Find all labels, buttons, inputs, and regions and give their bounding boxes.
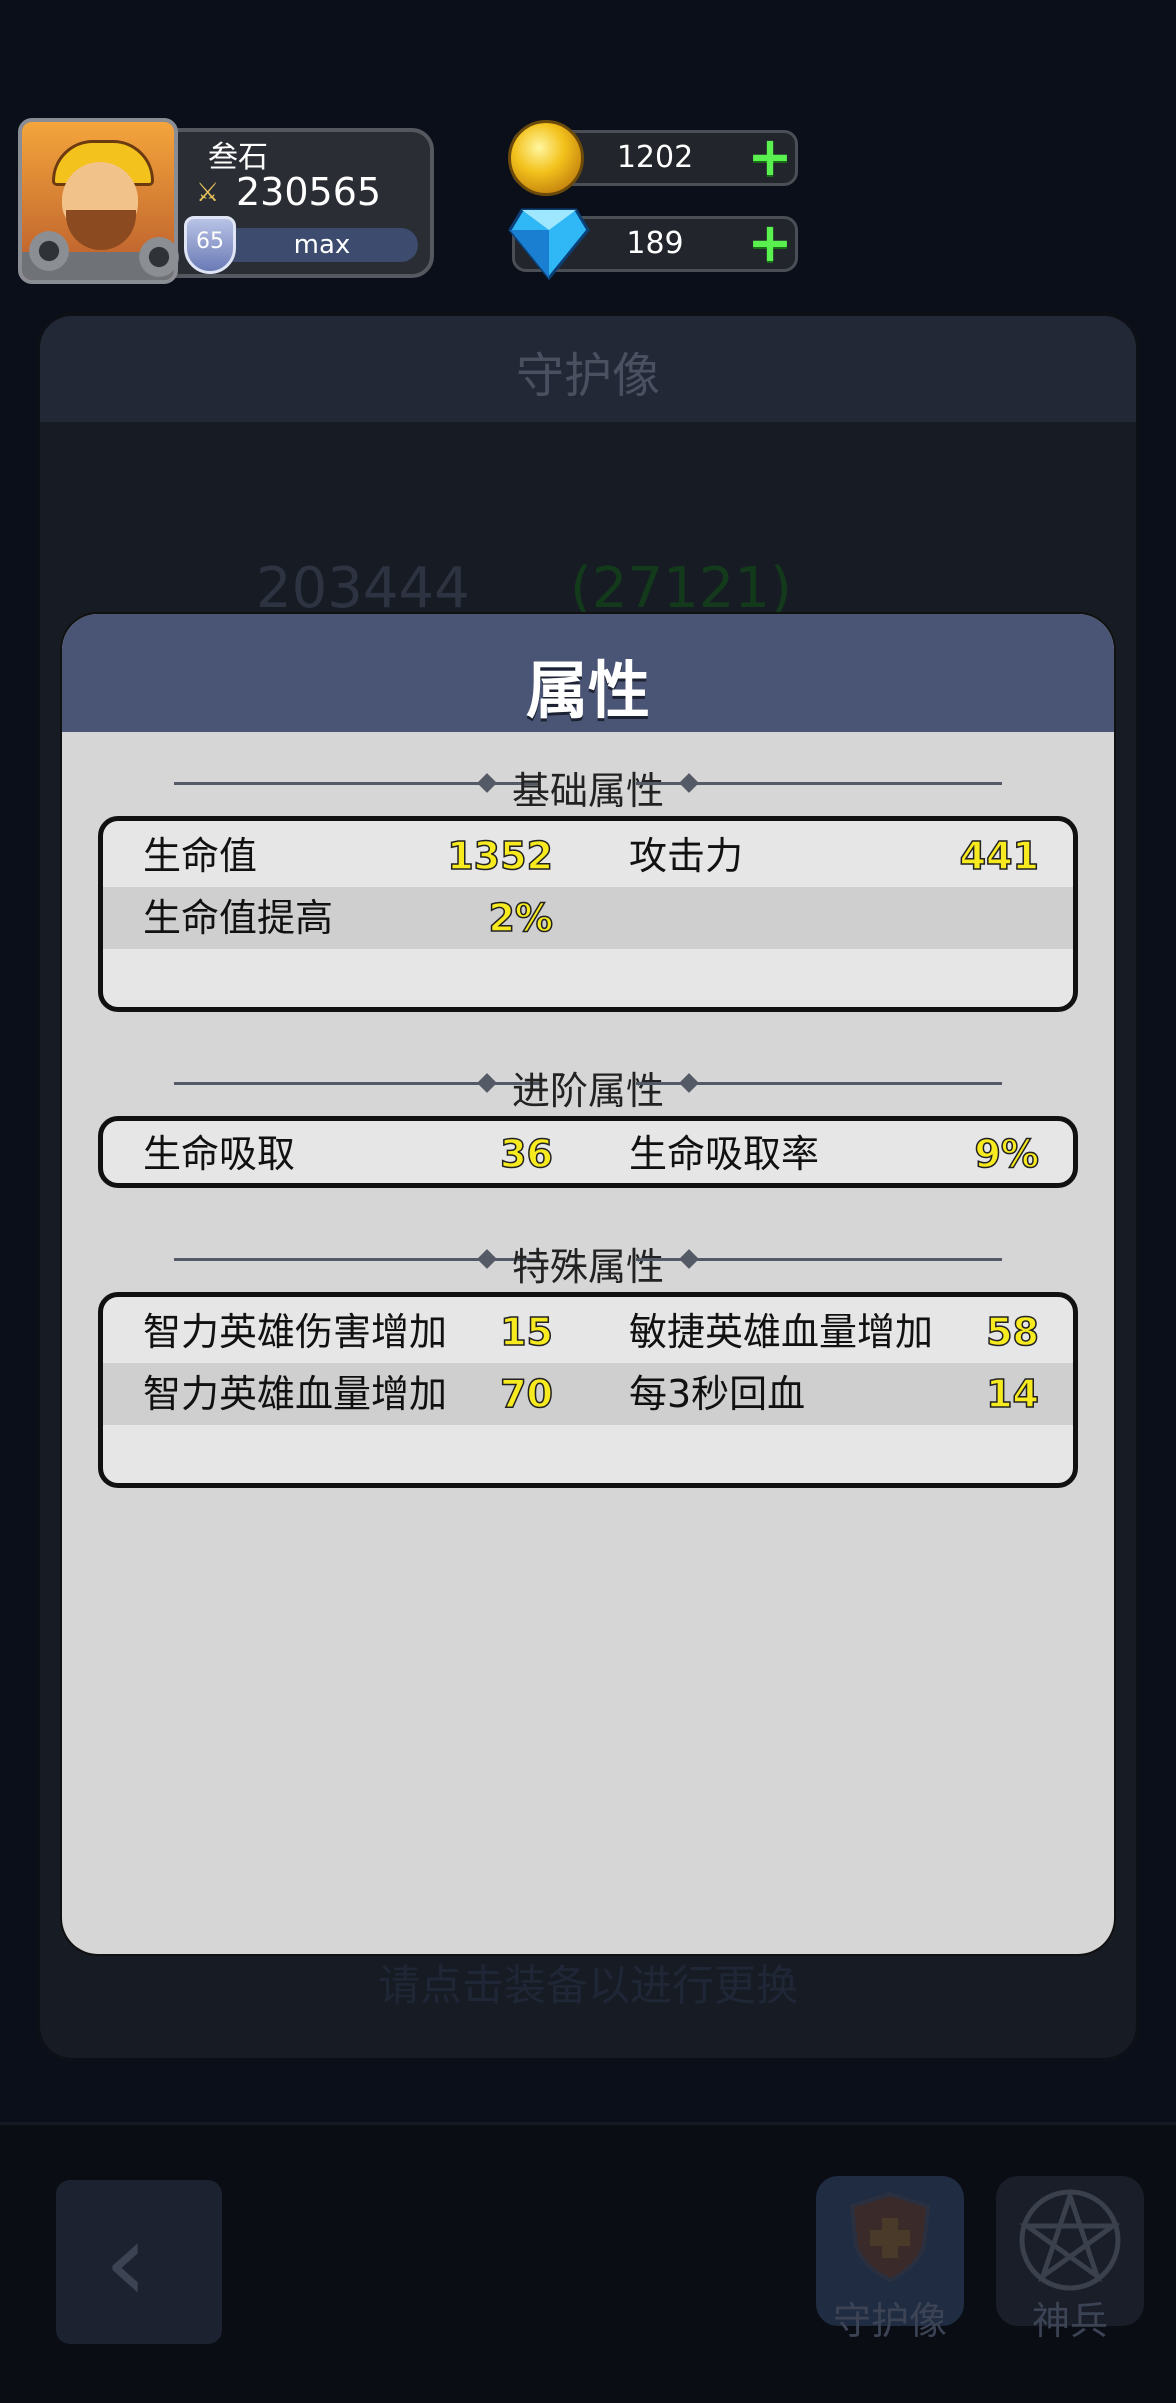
gold-value: 1202 <box>616 140 694 175</box>
settings-gear-icon <box>136 234 182 280</box>
power-swords-icon: ⚔ <box>196 178 220 208</box>
stat-value: 441 <box>959 833 1040 879</box>
pentagram-icon <box>1019 2188 1121 2291</box>
add-gem-button[interactable]: + <box>746 216 794 270</box>
background-power: 203444 <box>256 556 470 621</box>
stat-value: 14 <box>985 1371 1039 1417</box>
background-title: 守护像 <box>515 348 660 404</box>
stat-label: 生命吸取 <box>143 1132 296 1176</box>
diamond-gem-icon <box>508 208 590 280</box>
stat-value: 15 <box>499 1309 553 1355</box>
level-shield-icon: 65 <box>184 216 236 274</box>
attributes-modal: 属性 基础属性 生命值 1352 攻击力 441 生命值提高 2% 进阶属性 生… <box>62 614 1114 1954</box>
section-title-basic: 基础属性 <box>511 769 664 813</box>
stat-row: 生命值提高 2% <box>103 887 1073 949</box>
stat-row: 生命值 1352 攻击力 441 <box>103 825 1073 887</box>
stat-value: 58 <box>985 1309 1039 1355</box>
stat-label: 敏捷英雄血量增加 <box>629 1310 934 1354</box>
advanced-stats-box: 生命吸取 36 生命吸取率 9% <box>98 1116 1078 1188</box>
stat-label: 生命吸取率 <box>629 1132 820 1176</box>
exp-bar: max <box>226 228 418 262</box>
stat-label: 智力英雄血量增加 <box>143 1372 448 1416</box>
settings-gear-icon[interactable] <box>26 228 72 274</box>
stat-row: 智力英雄伤害增加 15 敏捷英雄血量增加 58 <box>103 1301 1073 1363</box>
gem-value: 189 <box>626 226 684 261</box>
stat-label: 攻击力 <box>629 834 744 878</box>
section-divider <box>636 1258 1002 1261</box>
stat-value: 2% <box>488 895 554 941</box>
stat-value: 70 <box>499 1371 553 1417</box>
stat-value: 36 <box>499 1131 553 1177</box>
stat-label: 每3秒回血 <box>629 1372 806 1416</box>
tab-divine-label: 神兵 <box>1031 2299 1108 2343</box>
stat-row: 生命吸取 36 生命吸取率 9% <box>103 1123 1073 1183</box>
tab-guardian-label: 守护像 <box>832 2299 947 2343</box>
background-power-bonus: (27121) <box>570 556 792 621</box>
guardian-shield-icon <box>849 2191 931 2283</box>
section-divider <box>636 782 1002 785</box>
stat-row: 智力英雄血量增加 70 每3秒回血 14 <box>103 1363 1073 1425</box>
stat-value: 9% <box>974 1131 1040 1177</box>
special-stats-box: 智力英雄伤害增加 15 敏捷英雄血量增加 58 智力英雄血量增加 70 每3秒回… <box>98 1292 1078 1488</box>
stat-label: 智力英雄伤害增加 <box>143 1310 448 1354</box>
modal-title: 属性 <box>525 654 650 727</box>
back-arrow-icon: ‹ <box>104 2198 148 2326</box>
gold-coin-icon <box>508 120 584 196</box>
section-title-advanced: 进阶属性 <box>511 1069 664 1113</box>
section-title-special: 特殊属性 <box>511 1245 664 1289</box>
stat-label: 生命值 <box>143 834 258 878</box>
background-hint: 请点击装备以进行更换 <box>377 1961 798 2010</box>
stat-value: 1352 <box>446 833 553 879</box>
stat-label: 生命值提高 <box>143 896 334 940</box>
player-power: 230565 <box>236 170 382 214</box>
section-divider <box>636 1082 1002 1085</box>
add-gold-button[interactable]: + <box>746 130 794 184</box>
basic-stats-box: 生命值 1352 攻击力 441 生命值提高 2% <box>98 816 1078 1012</box>
